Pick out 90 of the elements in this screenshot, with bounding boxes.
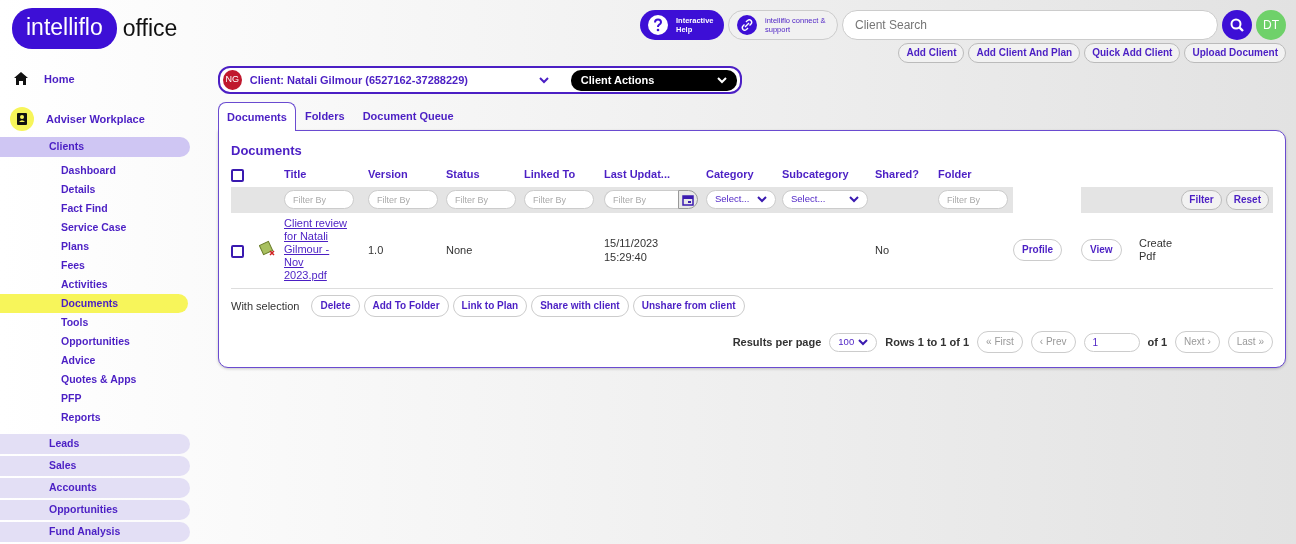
sidebar-item[interactable]: Opportunities — [0, 332, 188, 351]
chevron-icon — [538, 76, 549, 84]
bulk-action-button[interactable]: Link to Plan — [452, 295, 528, 317]
column-header[interactable]: Version — [368, 168, 408, 180]
page-total: of 1 — [1147, 334, 1168, 350]
results-label: Results per page — [732, 334, 822, 350]
sidebar-item[interactable]: Quotes & Apps — [0, 370, 188, 389]
per-page-select[interactable]: 100 — [829, 332, 878, 352]
filter-field[interactable]: Filter By — [368, 190, 438, 209]
bulk-action-button[interactable]: Unshare from client — [632, 295, 745, 317]
filter-button[interactable]: Filter — [1181, 189, 1222, 210]
client-initials-avatar: NG — [223, 70, 242, 90]
document-icon — [259, 240, 275, 256]
search-button[interactable] — [1222, 10, 1252, 40]
filter-field[interactable]: Filter By — [524, 190, 594, 209]
sidebar-item[interactable]: Fact Find — [0, 199, 188, 218]
calendar-icon — [682, 193, 694, 206]
quick-action-button[interactable]: Add Client And Plan — [968, 43, 1081, 63]
sidebar-section[interactable]: Opportunities — [0, 500, 190, 520]
quick-action-button[interactable]: Add Client — [898, 43, 965, 63]
nav-link[interactable]: Adviser Workplace — [46, 110, 145, 128]
home-icon — [14, 72, 28, 86]
search-icon — [1230, 18, 1244, 32]
client-actions-dropdown[interactable]: Client Actions — [570, 69, 737, 91]
column-header[interactable]: Folder — [938, 168, 972, 180]
logo-text: office — [122, 14, 178, 43]
page-field[interactable]: 1 — [1083, 332, 1140, 352]
panel-title: Documents — [231, 141, 303, 160]
contact-card-icon — [10, 107, 34, 131]
tab[interactable]: Document Queue — [353, 102, 463, 130]
sidebar-item[interactable]: Plans — [0, 237, 188, 256]
sidebar-section[interactable]: Clients — [0, 137, 190, 157]
column-header[interactable]: Linked To — [524, 168, 576, 180]
filter-field[interactable]: Filter By — [446, 190, 516, 209]
rows-count: Rows 1 to 1 of 1 — [885, 334, 970, 350]
date-filter-field[interactable]: Filter By — [604, 190, 678, 209]
sidebar-section[interactable]: Accounts — [0, 478, 190, 498]
table-cell: No — [875, 243, 890, 257]
chevron-icon — [757, 196, 767, 203]
sidebar-section[interactable]: Fund Analysis — [0, 522, 190, 542]
tab[interactable]: Folders — [295, 102, 354, 130]
filter-field[interactable]: Filter By — [284, 190, 354, 209]
question-icon — [648, 15, 668, 35]
table-cell-text: 15/11/2023 15:29:40 — [604, 235, 660, 264]
select-all-checkbox[interactable] — [231, 168, 244, 182]
bulk-action-button[interactable]: Share with client — [531, 295, 629, 317]
search-field[interactable]: Client Search — [842, 10, 1218, 40]
column-header[interactable]: Shared? — [875, 168, 919, 180]
sidebar-item[interactable]: PFP — [0, 389, 188, 408]
logo-badge[interactable]: intelliflo — [12, 8, 117, 49]
column-header[interactable]: Category — [706, 168, 754, 180]
sidebar-section[interactable]: Sales — [0, 456, 190, 476]
row-checkbox[interactable] — [231, 244, 244, 258]
column-header[interactable]: Title — [284, 168, 307, 180]
calendar-button[interactable] — [678, 190, 698, 209]
sidebar-item[interactable]: Documents — [0, 294, 188, 313]
row-action-button[interactable]: View — [1081, 239, 1122, 262]
chevron-icon — [717, 76, 727, 84]
sidebar-item[interactable]: Dashboard — [0, 161, 188, 180]
nav-link[interactable]: Home — [44, 70, 75, 87]
sidebar-item[interactable]: Reports — [0, 408, 188, 427]
create-pdf-link[interactable]: Create Pdf — [1139, 236, 1173, 263]
sidebar-item[interactable]: Advice — [0, 351, 188, 370]
column-header[interactable]: Subcategory — [782, 168, 849, 180]
sidebar-item[interactable]: Fees — [0, 256, 188, 275]
column-header[interactable]: Last Updat... — [604, 168, 670, 180]
selection-label: With selection — [231, 298, 300, 314]
bulk-action-button[interactable]: Delete — [311, 295, 360, 317]
select-dropdown[interactable]: Select... — [782, 190, 868, 209]
sidebar-item[interactable]: Activities — [0, 275, 188, 294]
sidebar-item[interactable]: Tools — [0, 313, 188, 332]
quick-action-button[interactable]: Upload Document — [1184, 43, 1286, 63]
table-cell: None — [446, 243, 473, 257]
select-dropdown[interactable]: Select... — [706, 190, 776, 209]
tab[interactable]: Documents — [218, 102, 296, 131]
column-header[interactable]: Status — [446, 168, 480, 180]
table-cell: 1.0 — [368, 243, 384, 257]
link-icon — [737, 15, 757, 35]
chevron-icon — [858, 338, 869, 346]
filter-field[interactable]: Filter By — [938, 190, 1008, 209]
document-link[interactable]: Client review for Natali Gilmour - Nov 2023.pdf — [284, 217, 348, 282]
sidebar-item[interactable]: Service Case — [0, 218, 188, 237]
row-action-button[interactable]: Profile — [1013, 239, 1063, 262]
chevron-icon — [849, 196, 859, 203]
filter-button[interactable]: Reset — [1225, 189, 1269, 210]
client-selector[interactable]: NG Client: Natali Gilmour (6527162-37288229) Client Actions — [218, 66, 742, 94]
sidebar-item[interactable]: Details — [0, 180, 188, 199]
sidebar-section[interactable]: Leads — [0, 434, 190, 454]
bulk-action-button[interactable]: Add To Folder — [363, 295, 449, 317]
quick-action-button[interactable]: Quick Add Client — [1084, 43, 1181, 63]
